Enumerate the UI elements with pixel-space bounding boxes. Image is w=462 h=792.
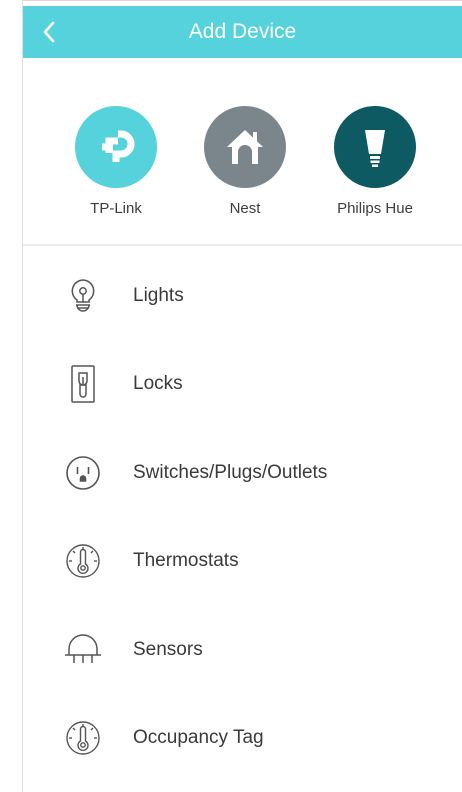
brand-label: Philips Hue: [337, 200, 413, 217]
list-item-lights[interactable]: Lights: [23, 252, 462, 340]
device-category-list: Lights Locks Switches/Plugs/Outlets Ther…: [23, 252, 462, 782]
back-button[interactable]: [33, 16, 65, 48]
section-divider: [23, 244, 462, 246]
brand-tp-link[interactable]: TP-Link: [56, 106, 176, 217]
list-item-thermostats[interactable]: Thermostats: [23, 517, 462, 605]
header-bar: Add Device: [23, 6, 462, 58]
occupancy-tag-icon: [63, 718, 103, 758]
top-border: [22, 0, 462, 1]
list-item-label: Lights: [133, 285, 184, 306]
list-item-label: Locks: [133, 373, 183, 395]
brand-nest[interactable]: Nest: [185, 106, 305, 217]
list-item-switches-plugs-outlets[interactable]: Switches/Plugs/Outlets: [23, 429, 462, 517]
brand-label: TP-Link: [90, 200, 142, 217]
page-title: Add Device: [188, 20, 297, 43]
light-bulb-icon: [63, 276, 103, 316]
list-item-label: Occupancy Tag: [133, 726, 264, 748]
list-item-sensors[interactable]: Sensors: [23, 606, 462, 694]
list-item-label: Sensors: [133, 638, 203, 660]
brand-label: Nest: [229, 200, 261, 217]
outlet-icon: [63, 453, 103, 493]
chevron-left-icon: [43, 21, 55, 43]
list-item-label: Thermostats: [133, 550, 239, 572]
brand-row: TP-Link Nest Philips Hue: [23, 58, 462, 244]
list-item-occupancy-tag[interactable]: Occupancy Tag: [23, 694, 462, 782]
lock-icon: [63, 364, 103, 404]
list-item-locks[interactable]: Locks: [23, 340, 462, 428]
hue-bulb-icon: [334, 106, 416, 188]
thermostat-icon: [63, 541, 103, 581]
brand-philips-hue[interactable]: Philips Hue: [315, 106, 435, 217]
nest-house-icon: [204, 106, 286, 188]
add-device-screen: Add Device TP-Link Nest Philips Hue Ligh…: [0, 0, 462, 792]
tp-link-logo-icon: [75, 106, 157, 188]
sensor-icon: [63, 630, 103, 670]
list-item-label: Switches/Plugs/Outlets: [133, 461, 328, 483]
